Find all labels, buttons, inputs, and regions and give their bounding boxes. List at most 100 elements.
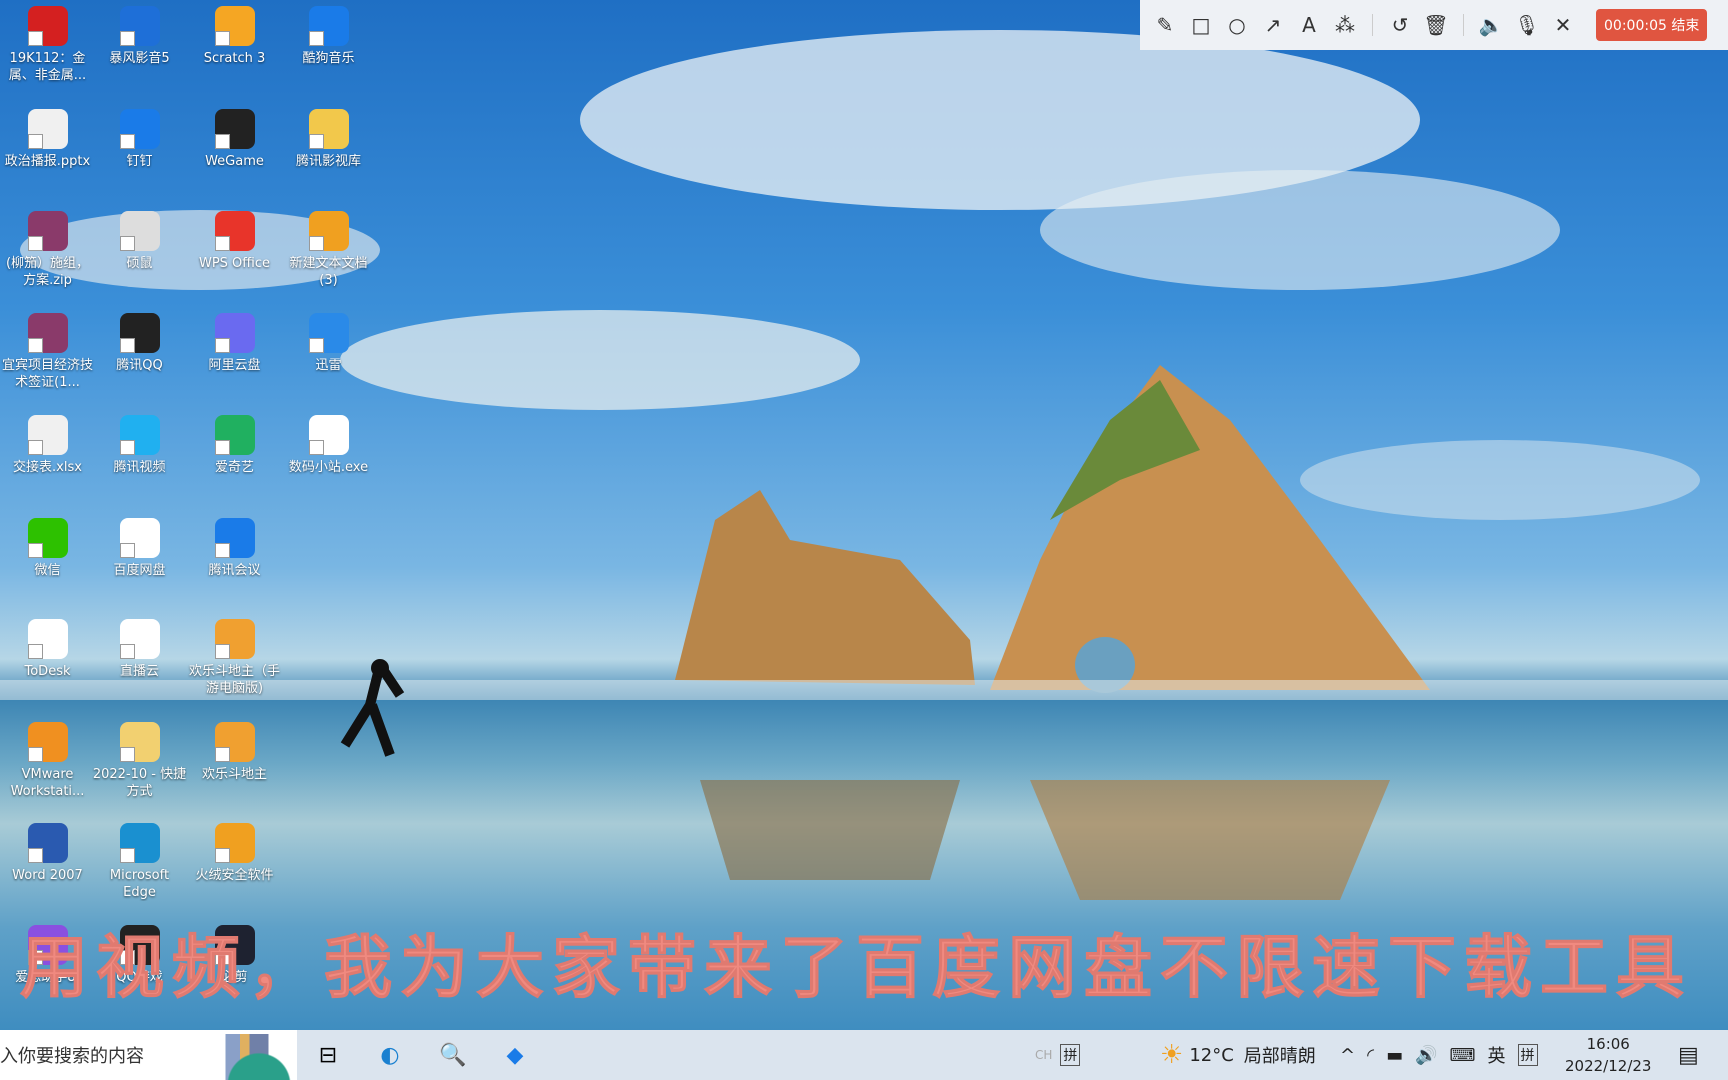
desktop-icon-label: 政治播报.pptx: [4, 154, 91, 169]
aliyun-icon: [214, 313, 255, 353]
desktop-icon[interactable]: Microsoft Edge: [92, 823, 187, 901]
search-highlight-illustration: [202, 1034, 297, 1080]
desktop-icon[interactable]: 19K112：金属、非金属...: [0, 6, 95, 84]
desktop-icon-label: 新建文本文档(3): [289, 256, 368, 288]
xlsx-icon: [27, 415, 68, 455]
screen-recorder-toolbar: ✎ □ ○ ↗ A ⁂ ↺ 🗑 🔈 🎙 ✕ 00:00:05 结束: [1140, 0, 1728, 50]
desktop-icon[interactable]: 宜宾项目经济技术签证(1...: [0, 313, 95, 391]
wps-icon: [214, 211, 255, 251]
desktop-icon-label: 硕鼠: [126, 256, 153, 271]
undo-icon[interactable]: ↺: [1385, 10, 1415, 40]
edge-icon: [119, 823, 160, 863]
desktop-icon[interactable]: 迅雷: [281, 313, 376, 374]
divider: [1463, 14, 1464, 36]
desktop-icon-label: 宜宾项目经济技术签证(1...: [1, 358, 93, 390]
desktop-icon[interactable]: 硕鼠: [92, 211, 187, 272]
iqiyi-icon: [214, 415, 255, 455]
desktop-icon[interactable]: 腾讯QQ: [92, 313, 187, 374]
tencent-meeting-icon: [214, 518, 255, 558]
search-taskbar-icon[interactable]: 🔍: [428, 1030, 478, 1080]
desktop-icon[interactable]: 钉钉: [92, 109, 187, 170]
folder-icon: [119, 722, 160, 762]
thunder-icon: [308, 313, 349, 353]
vmware-icon: [27, 722, 68, 762]
word-icon: [27, 823, 68, 863]
player-icon: [119, 6, 160, 46]
ime-pinyin[interactable]: 拼: [1060, 1044, 1081, 1066]
scratch-icon: [214, 6, 255, 46]
arrow-icon[interactable]: ↗: [1258, 10, 1288, 40]
desktop-icon-label: 迅雷: [315, 358, 342, 373]
desktop-icon-label: Scratch 3: [203, 51, 266, 66]
desktop-icon[interactable]: 交接表.xlsx: [0, 415, 95, 476]
desktop-icon[interactable]: 腾讯会议: [187, 518, 282, 579]
trash-icon[interactable]: 🗑: [1421, 10, 1451, 40]
desktop-icon[interactable]: 微信: [0, 518, 95, 579]
battery-icon[interactable]: ▬: [1386, 1045, 1403, 1066]
desktop-icon[interactable]: 直播云: [92, 619, 187, 680]
desktop-icon[interactable]: 百度网盘: [92, 518, 187, 579]
weather-icon: ☀: [1160, 1040, 1184, 1070]
magic-wand-icon[interactable]: ⁂: [1330, 10, 1360, 40]
desktop-icon[interactable]: 2022-10 - 快捷方式: [92, 722, 187, 800]
mouse-icon: [119, 211, 160, 251]
desktop-icon[interactable]: 数码小站.exe: [281, 415, 376, 476]
huorong-icon: [214, 823, 255, 863]
baidu-netdisk-icon: [119, 518, 160, 558]
circle-icon[interactable]: ○: [1222, 10, 1252, 40]
qq-icon: [308, 211, 349, 251]
desktop-icon[interactable]: 爱奇艺: [187, 415, 282, 476]
volume-icon[interactable]: 🔊: [1415, 1045, 1437, 1066]
desktop-icon[interactable]: 酷狗音乐: [281, 6, 376, 67]
desktop-icon-label: 交接表.xlsx: [13, 460, 82, 475]
desktop-icon-label: 阿里云盘: [208, 358, 261, 373]
desktop-icon[interactable]: 欢乐斗地主: [187, 722, 282, 783]
desktop-icon[interactable]: Scratch 3: [187, 6, 282, 67]
cloud-icon: [308, 415, 349, 455]
close-icon[interactable]: ✕: [1548, 10, 1578, 40]
clock[interactable]: 16:06 2022/12/23: [1565, 1033, 1651, 1077]
keyboard-icon[interactable]: ⌨: [1450, 1045, 1476, 1066]
language-indicator[interactable]: 英: [1488, 1042, 1506, 1068]
clock-date: 2022/12/23: [1565, 1057, 1652, 1075]
desktop-icon-label: 欢乐斗地主（手游电脑版): [188, 664, 280, 696]
desktop-icon[interactable]: 腾讯影视库: [281, 109, 376, 170]
desktop-icon-label: 微信: [34, 563, 61, 578]
wifi-icon[interactable]: ◜: [1367, 1045, 1374, 1066]
desktop-icon[interactable]: 暴风影音5: [92, 6, 187, 67]
search-box[interactable]: 入你要搜索的内容: [0, 1030, 297, 1080]
notification-icon[interactable]: ▤: [1678, 1030, 1699, 1080]
speaker-icon[interactable]: 🔈: [1476, 10, 1506, 40]
live-icon: [119, 619, 160, 659]
desktop-icon[interactable]: Word 2007: [0, 823, 95, 884]
chevron-up-icon[interactable]: ^: [1340, 1045, 1355, 1066]
desktop-icon[interactable]: (柳笳）施组，方案.zip: [0, 211, 95, 289]
desktop-icon[interactable]: WPS Office: [187, 211, 282, 272]
desktop-icon[interactable]: 腾讯视频: [92, 415, 187, 476]
pencil-icon[interactable]: ✎: [1150, 10, 1180, 40]
ime-indicator[interactable]: CH: [1035, 1048, 1052, 1062]
microphone-icon[interactable]: 🎙: [1512, 10, 1542, 40]
edge-taskbar-icon[interactable]: ◐: [365, 1030, 415, 1080]
desktop-icon[interactable]: 阿里云盘: [187, 313, 282, 374]
desktop-icon-label: (柳笳）施组，方案.zip: [5, 256, 90, 288]
stop-recording-button[interactable]: 00:00:05 结束: [1596, 9, 1708, 41]
desktop-icon[interactable]: WeGame: [187, 109, 282, 170]
task-view-icon[interactable]: ⊟: [303, 1030, 353, 1080]
winrar-icon: [27, 313, 68, 353]
rectangle-icon[interactable]: □: [1186, 10, 1216, 40]
folder-icon: [308, 109, 349, 149]
desktop-icon[interactable]: 欢乐斗地主（手游电脑版): [187, 619, 282, 697]
ime-pinyin-tray[interactable]: 拼: [1517, 1044, 1538, 1066]
text-icon[interactable]: A: [1294, 10, 1324, 40]
desktop-icon[interactable]: 新建文本文档(3): [281, 211, 376, 289]
desktop-icon[interactable]: 政治播报.pptx: [0, 109, 95, 170]
desktop-icon[interactable]: ToDesk: [0, 619, 95, 680]
desktop-icon-label: 百度网盘: [113, 563, 166, 578]
weather-widget[interactable]: ☀ 12°C 局部晴朗: [1160, 1030, 1316, 1080]
search-placeholder: 入你要搜索的内容: [0, 1046, 144, 1067]
clock-time: 16:06: [1586, 1035, 1630, 1053]
desktop-icon[interactable]: 火绒安全软件: [187, 823, 282, 884]
desktop-icon[interactable]: VMware Workstati...: [0, 722, 95, 800]
dingtalk-taskbar-icon[interactable]: ◆: [490, 1030, 540, 1080]
